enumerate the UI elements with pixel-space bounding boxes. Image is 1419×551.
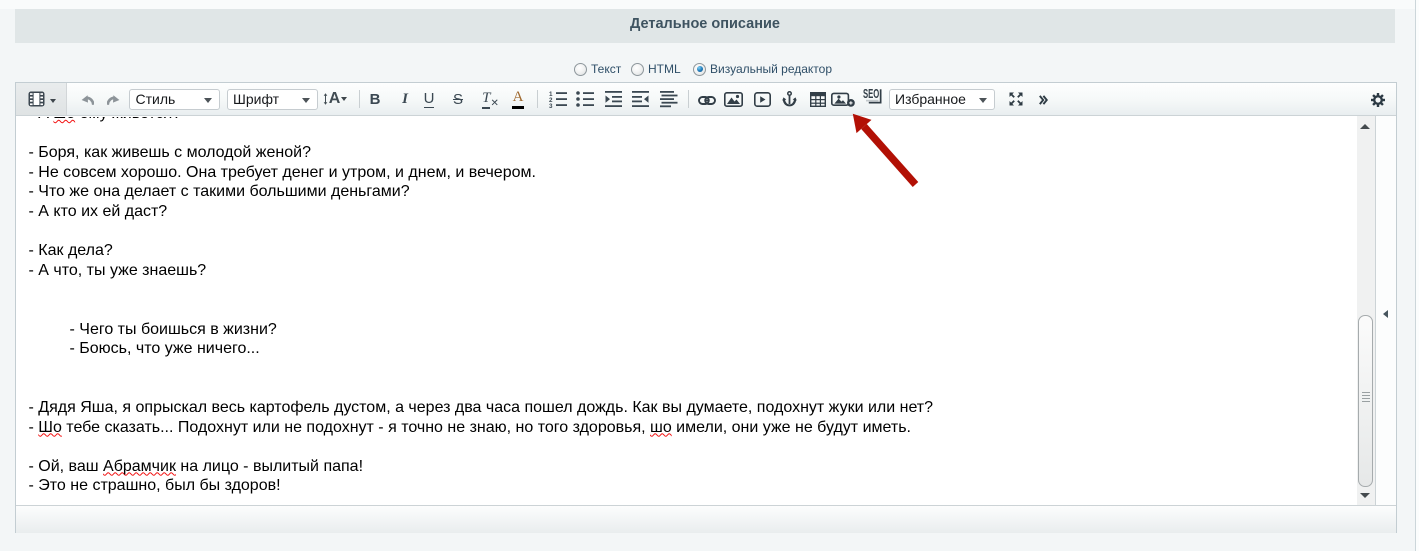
- svg-text:SEO: SEO: [863, 87, 879, 101]
- svg-text:3: 3: [549, 103, 553, 108]
